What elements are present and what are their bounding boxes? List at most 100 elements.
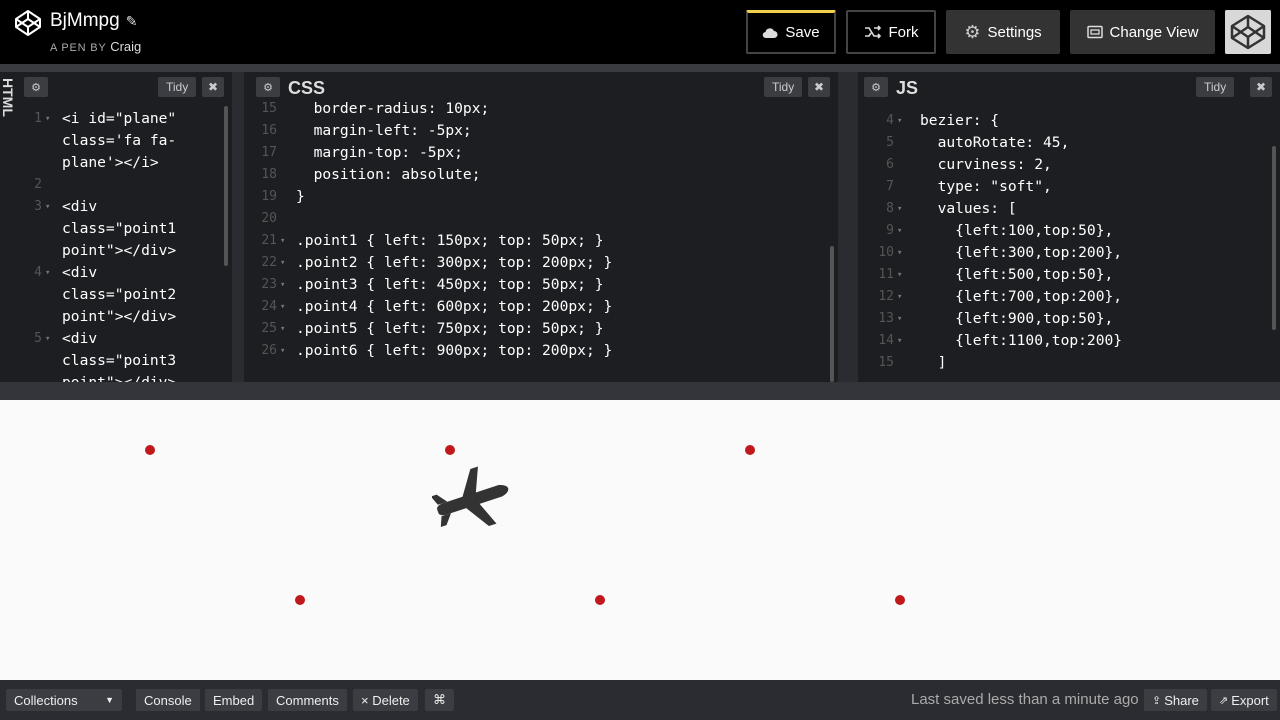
panel-resizer[interactable] <box>232 72 244 382</box>
css-settings-gear-icon[interactable]: ⚙ <box>256 77 280 97</box>
panel-resizer[interactable] <box>838 72 858 382</box>
code-line[interactable]: 26 ▾ .point6 { left: 900px; top: 200px; } <box>250 340 838 362</box>
code-line[interactable]: point"></div> <box>18 306 232 328</box>
html-scrollbar[interactable] <box>224 106 228 266</box>
fold-arrow-icon[interactable]: ▾ <box>897 220 902 242</box>
html-settings-gear-icon[interactable]: ⚙ <box>24 77 48 97</box>
js-settings-gear-icon[interactable]: ⚙ <box>864 77 888 97</box>
code-line[interactable]: 14 ▾ {left:1100,top:200} <box>858 330 1280 352</box>
code-line[interactable]: 20 <box>250 208 838 230</box>
code-line[interactable]: 15 border-radius: 10px; <box>250 98 838 120</box>
code-line[interactable]: class="point2 <box>18 284 232 306</box>
html-close-icon[interactable]: ✖ <box>202 77 224 97</box>
embed-button[interactable]: Embed <box>205 689 263 711</box>
editor-top-resizer[interactable] <box>0 64 1280 72</box>
js-tidy-button[interactable]: Tidy <box>1196 77 1235 97</box>
fold-arrow-icon[interactable]: ▾ <box>897 264 902 286</box>
fold-arrow-icon[interactable]: ▾ <box>45 328 50 350</box>
fold-arrow-icon[interactable]: ▾ <box>897 330 902 352</box>
code-line[interactable]: 15 ] <box>858 352 1280 374</box>
fold-arrow-icon[interactable]: ▾ <box>897 110 902 132</box>
code-line[interactable]: 3 ▾ <div <box>18 196 232 218</box>
pen-title[interactable]: BjMmpg ✎ <box>50 10 137 32</box>
fold-arrow-icon[interactable]: ▾ <box>45 108 50 130</box>
code-line[interactable]: 2 <box>18 174 232 196</box>
code-line[interactable]: 12 ▾ {left:700,top:200}, <box>858 286 1280 308</box>
saved-status: Last saved less than a minute ago <box>911 691 1139 708</box>
code-line[interactable]: 1 ▾ <i id="plane" <box>18 108 232 130</box>
code-line[interactable]: 18 position: absolute; <box>250 164 838 186</box>
css-code-editor[interactable]: 15 border-radius: 10px; 16 margin-left: -… <box>250 100 838 382</box>
share-button[interactable]: ⇪ Share <box>1144 689 1207 711</box>
code-line[interactable]: 23 ▾ .point3 { left: 450px; top: 50px; } <box>250 274 838 296</box>
settings-button[interactable]: ⚙ Settings <box>946 10 1060 54</box>
pencil-icon[interactable]: ✎ <box>126 13 138 30</box>
save-button[interactable]: Save <box>746 10 836 54</box>
fold-arrow-icon[interactable]: ▾ <box>45 262 50 284</box>
code-line[interactable]: plane'></i> <box>18 152 232 174</box>
code-line[interactable]: 4 ▾ <div <box>18 262 232 284</box>
code-line[interactable]: 7 type: "soft", <box>858 176 1280 198</box>
collections-dropdown[interactable]: Collections ▼ <box>6 689 122 711</box>
html-panel-collapsed-tab[interactable]: HTML <box>0 72 18 382</box>
js-code-editor[interactable]: 4 ▾ bezier: {5 autoRotate: 45, 6 curviness:… <box>858 104 1280 382</box>
fold-arrow-icon[interactable]: ▾ <box>897 308 902 330</box>
code-line[interactable]: 5 ▾ <div <box>18 328 232 350</box>
css-tidy-button[interactable]: Tidy <box>764 77 803 97</box>
code-line[interactable]: 6 curviness: 2, <box>858 154 1280 176</box>
code-line[interactable]: 24 ▾ .point4 { left: 600px; top: 200px; } <box>250 296 838 318</box>
pen-title-text[interactable]: BjMmpg <box>50 10 120 32</box>
code-line[interactable]: 25 ▾ .point5 { left: 750px; top: 50px; } <box>250 318 838 340</box>
console-button[interactable]: Console <box>136 689 200 711</box>
fold-arrow-icon[interactable]: ▾ <box>897 286 902 308</box>
fork-button[interactable]: Fork <box>846 10 936 54</box>
export-button[interactable]: ⇗ Export <box>1211 689 1277 711</box>
fold-arrow-icon[interactable]: ▾ <box>280 340 285 362</box>
code-line[interactable]: 17 margin-top: -5px; <box>250 142 838 164</box>
codepen-logo-icon[interactable] <box>14 9 42 37</box>
code-line[interactable]: 13 ▾ {left:900,top:50}, <box>858 308 1280 330</box>
line-number: 19 <box>261 189 277 204</box>
author-link[interactable]: Craig <box>110 39 141 54</box>
fold-arrow-icon[interactable]: ▾ <box>897 198 902 220</box>
html-tidy-button[interactable]: Tidy <box>158 77 197 97</box>
code-line[interactable]: 11 ▾ {left:500,top:50}, <box>858 264 1280 286</box>
code-line[interactable]: 21 ▾ .point1 { left: 150px; top: 50px; } <box>250 230 838 252</box>
fold-arrow-icon[interactable]: ▾ <box>45 196 50 218</box>
code-line[interactable]: class='fa fa- <box>18 130 232 152</box>
result-preview[interactable] <box>0 400 1280 680</box>
js-scrollbar[interactable] <box>1272 146 1276 330</box>
code-line[interactable]: 9 ▾ {left:100,top:50}, <box>858 220 1280 242</box>
css-scrollbar[interactable] <box>830 246 834 382</box>
code-line[interactable]: 22 ▾ .point2 { left: 300px; top: 200px; } <box>250 252 838 274</box>
delete-button[interactable]: × Delete <box>353 689 418 711</box>
fold-arrow-icon[interactable]: ▾ <box>280 296 285 318</box>
plane-icon <box>432 466 509 527</box>
fold-arrow-icon[interactable]: ▾ <box>280 230 285 252</box>
result-resizer[interactable] <box>0 382 1280 400</box>
code-line[interactable]: 4 ▾ bezier: { <box>858 110 1280 132</box>
code-line[interactable]: class="point1 <box>18 218 232 240</box>
fold-arrow-icon[interactable]: ▾ <box>280 252 285 274</box>
export-icon: ⇗ <box>1219 694 1229 707</box>
fold-arrow-icon[interactable]: ▾ <box>280 274 285 296</box>
change-view-button[interactable]: Change View <box>1070 10 1215 54</box>
html-panel: ⚙ Tidy ✖ 1 ▾ <i id="plane" class='fa fa-pla… <box>18 72 232 382</box>
html-code-editor[interactable]: 1 ▾ <i id="plane" class='fa fa-plane'></i> 2… <box>18 104 232 382</box>
code-line[interactable]: point"></div> <box>18 372 232 382</box>
fold-arrow-icon[interactable]: ▾ <box>280 318 285 340</box>
code-line[interactable]: class="point3 <box>18 350 232 372</box>
avatar[interactable] <box>1225 10 1271 54</box>
js-close-icon[interactable]: ✖ <box>1250 77 1272 97</box>
line-number: 24 <box>261 299 277 314</box>
code-line[interactable]: 5 autoRotate: 45, <box>858 132 1280 154</box>
fold-arrow-icon[interactable]: ▾ <box>897 242 902 264</box>
code-line[interactable]: 16 margin-left: -5px; <box>250 120 838 142</box>
code-line[interactable]: 8 ▾ values: [ <box>858 198 1280 220</box>
keyboard-shortcuts-button[interactable]: ⌘ <box>425 689 454 711</box>
css-close-icon[interactable]: ✖ <box>808 77 830 97</box>
code-line[interactable]: 19} <box>250 186 838 208</box>
code-line[interactable]: point"></div> <box>18 240 232 262</box>
code-line[interactable]: 10 ▾ {left:300,top:200}, <box>858 242 1280 264</box>
comments-button[interactable]: Comments <box>268 689 347 711</box>
